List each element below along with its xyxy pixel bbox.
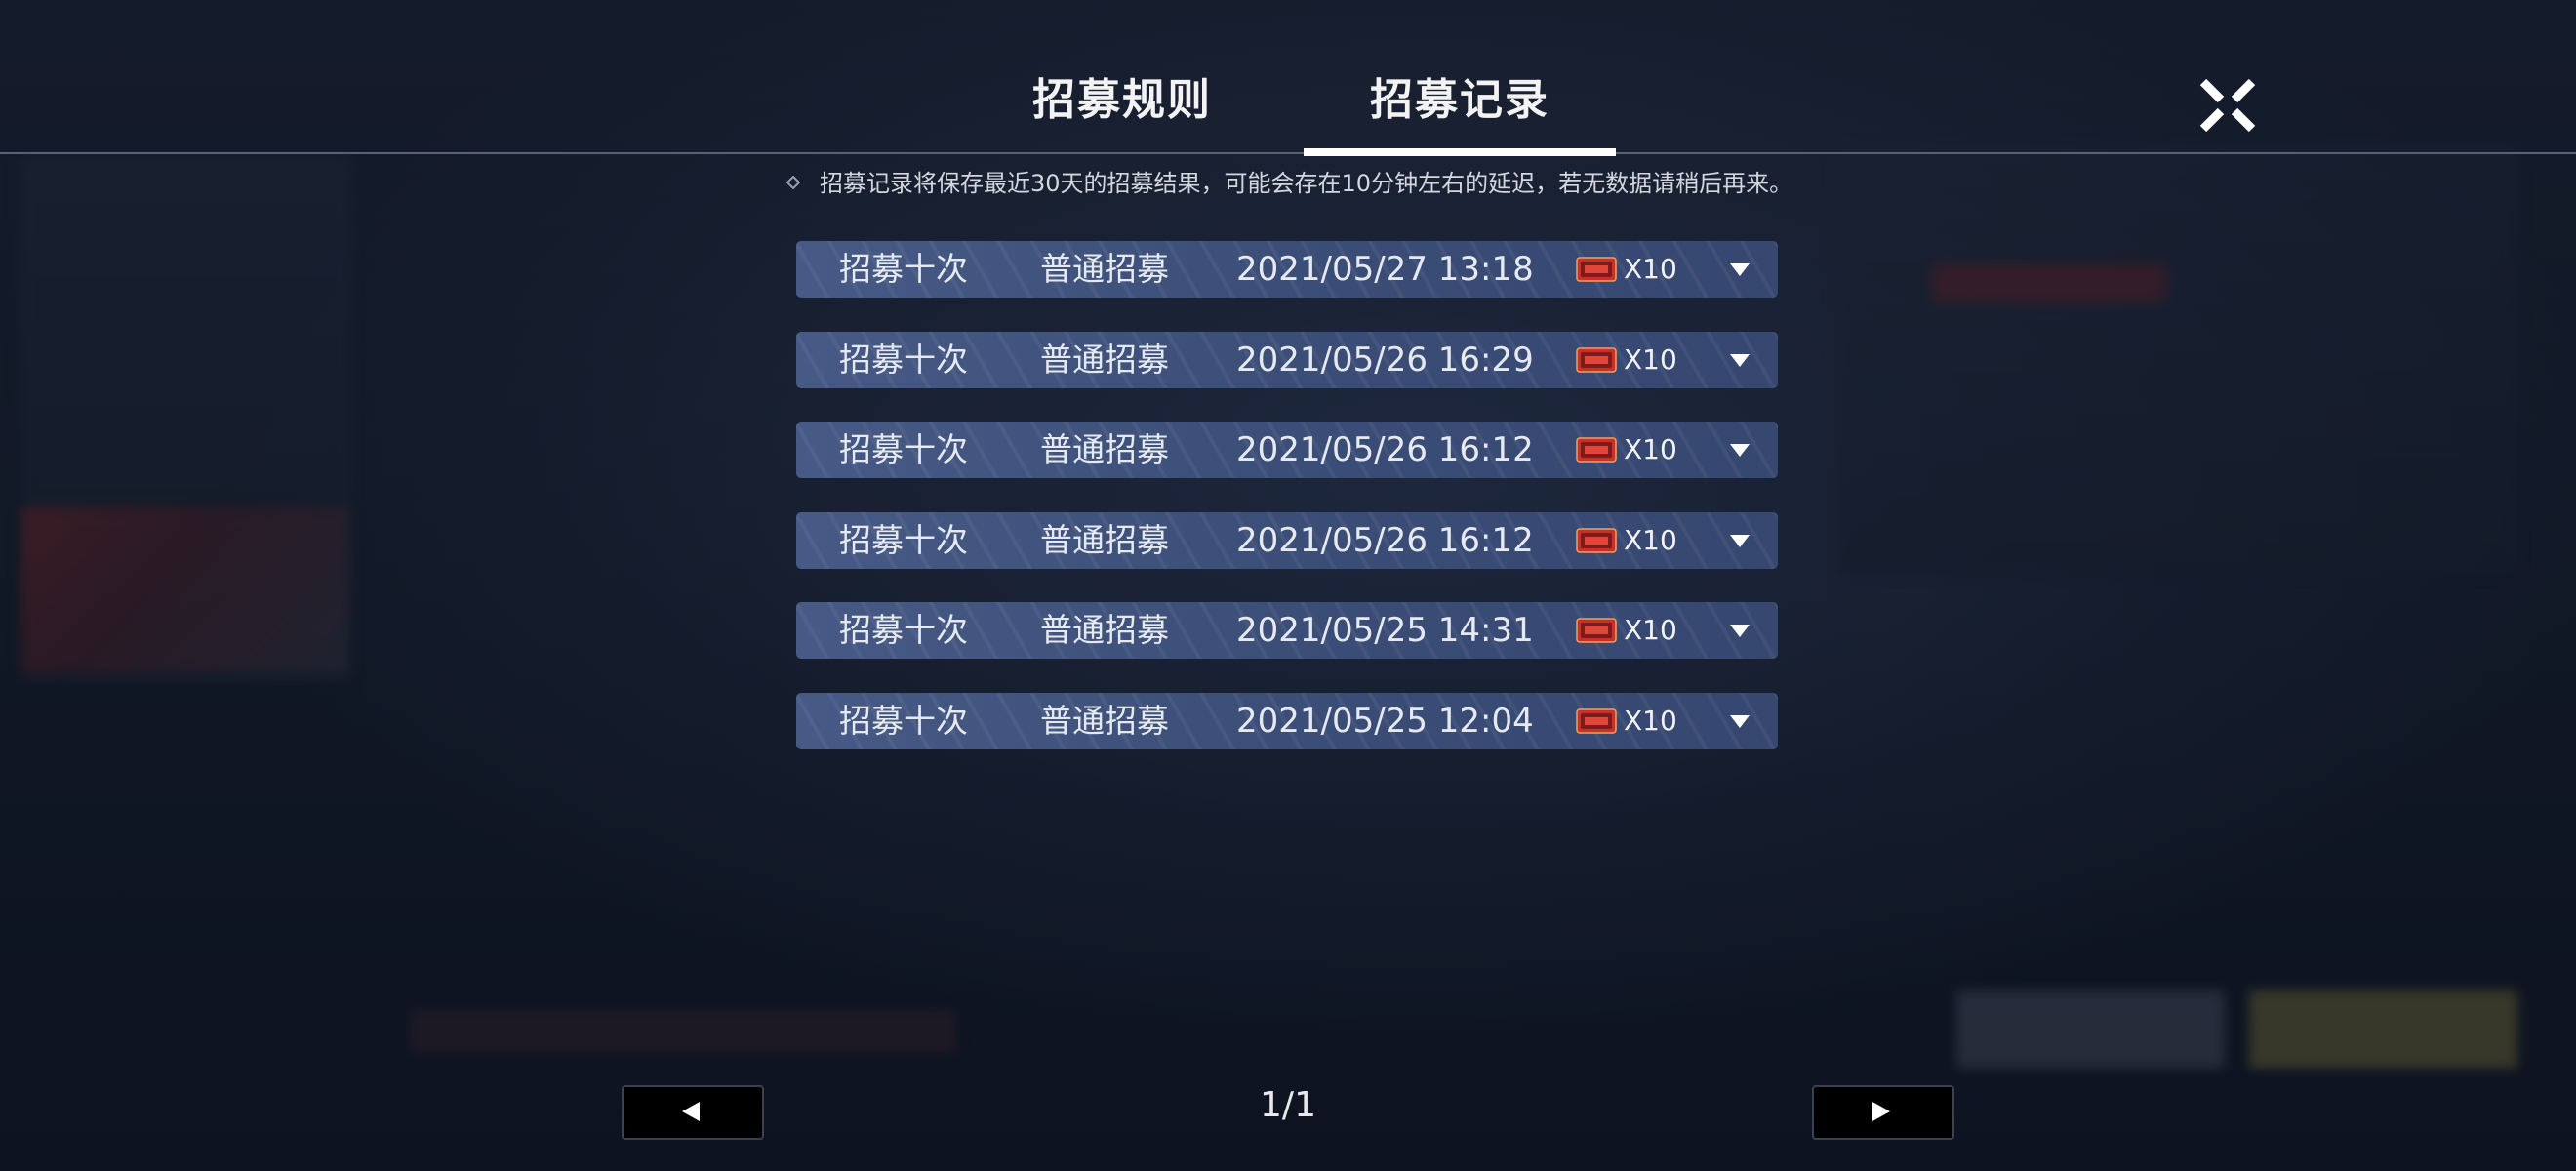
record-type: 招募十次	[839, 701, 968, 740]
next-page-button[interactable]	[1812, 1085, 1954, 1140]
record-row[interactable]: 招募十次 普通招募 2021/05/25 14:31 X10	[796, 602, 1778, 660]
record-time: 2021/05/27 13:18	[1236, 250, 1534, 289]
record-time: 2021/05/25 14:31	[1236, 611, 1534, 651]
record-row[interactable]: 招募十次 普通招募 2021/05/25 12:04 X10	[796, 692, 1778, 749]
record-count: X10	[1624, 704, 1677, 737]
record-row[interactable]: 招募十次 普通招募 2021/05/26 16:12 X10	[796, 422, 1778, 479]
record-count: X10	[1624, 433, 1677, 466]
record-type: 招募十次	[839, 250, 968, 288]
header-divider	[0, 152, 2576, 154]
chevron-down-icon[interactable]	[1729, 262, 1751, 277]
record-count: X10	[1624, 614, 1677, 647]
chevron-down-icon[interactable]	[1729, 442, 1751, 458]
background-banner	[21, 507, 349, 673]
red-ticket-icon	[1576, 346, 1617, 373]
triangle-right-icon	[1872, 1102, 1890, 1121]
record-pool: 普通招募	[1040, 250, 1169, 288]
record-pool: 普通招募	[1040, 520, 1169, 559]
red-ticket-icon	[1576, 528, 1617, 553]
background-right-panel	[1834, 146, 2517, 576]
record-pool: 普通招募	[1040, 611, 1169, 650]
record-row[interactable]: 招募十次 普通招募 2021/05/26 16:12 X10	[796, 511, 1778, 569]
chevron-down-icon[interactable]	[1729, 713, 1751, 729]
red-ticket-icon	[1576, 618, 1617, 644]
notice-text: 招募记录将保存最近30天的招募结果，可能会存在10分钟左右的延迟，若无数据请稍后…	[820, 170, 1793, 197]
record-pool: 普通招募	[1040, 340, 1169, 379]
record-count: X10	[1624, 523, 1677, 556]
record-type: 招募十次	[839, 430, 968, 469]
chevron-down-icon[interactable]	[1729, 352, 1751, 368]
records-list: 招募十次 普通招募 2021/05/27 13:18 X10 招募十次 普通招募 2021/…	[796, 241, 1778, 784]
tab-recruit-records[interactable]: 招募记录	[1304, 66, 1616, 135]
red-ticket-icon	[1576, 708, 1617, 734]
red-ticket-icon	[1576, 257, 1617, 282]
background-button-yellow	[2249, 990, 2517, 1069]
active-tab-indicator	[1304, 148, 1616, 156]
chevron-down-icon[interactable]	[1729, 623, 1751, 638]
record-time: 2021/05/26 16:29	[1236, 340, 1534, 380]
record-time: 2021/05/26 16:12	[1236, 430, 1534, 470]
record-type: 招募十次	[839, 340, 968, 379]
record-type: 招募十次	[839, 520, 968, 559]
background-button-grey	[1956, 990, 2225, 1069]
record-row[interactable]: 招募十次 普通招募 2021/05/26 16:29 X10	[796, 331, 1778, 388]
record-pool: 普通招募	[1040, 701, 1169, 740]
page-indicator: 1/1	[1260, 1085, 1316, 1125]
close-x-icon	[2199, 78, 2256, 133]
recruit-records-screen: 招募规则 招募记录 招募记录将保存最近30天的招募结果，可能会存在10分钟左右的…	[0, 0, 2576, 1171]
tab-recruit-rules[interactable]: 招募规则	[995, 66, 1249, 135]
red-ticket-icon	[1576, 437, 1617, 463]
background-bottom-strip	[410, 1010, 956, 1054]
record-count: X10	[1624, 343, 1677, 376]
record-row[interactable]: 招募十次 普通招募 2021/05/27 13:18 X10	[796, 241, 1778, 298]
record-time: 2021/05/26 16:12	[1236, 520, 1534, 560]
record-count: X10	[1624, 253, 1677, 285]
record-time: 2021/05/25 12:04	[1236, 701, 1534, 741]
prev-page-button[interactable]	[622, 1085, 764, 1140]
triangle-left-icon	[682, 1102, 700, 1121]
record-type: 招募十次	[839, 611, 968, 650]
background-highlight	[1932, 263, 2166, 303]
chevron-down-icon[interactable]	[1729, 533, 1751, 548]
record-pool: 普通招募	[1040, 430, 1169, 469]
close-button[interactable]	[2195, 76, 2260, 135]
diamond-outline-icon	[786, 176, 800, 189]
